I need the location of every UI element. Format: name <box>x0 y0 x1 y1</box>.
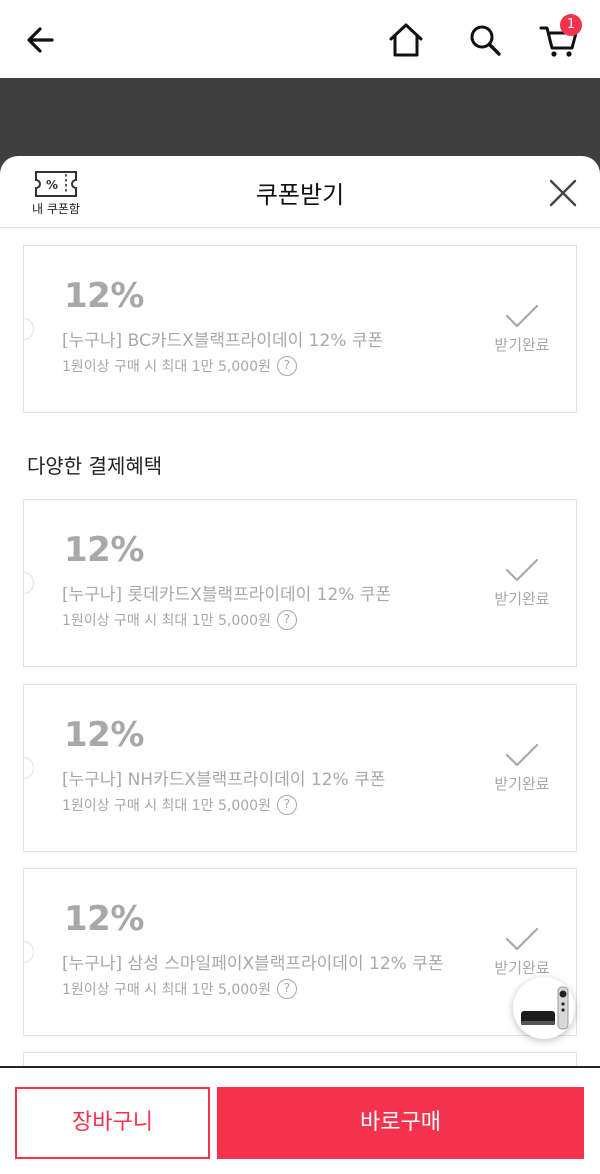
coupon-notch <box>24 318 34 340</box>
coupon-list[interactable]: 12% [누구나] BC카드X블랙프라이데이 12% 쿠폰 1원이상 구매 시 … <box>0 228 600 1066</box>
coupon-card: 12% [누구나] NH카드X블랙프라이데이 12% 쿠폰 1원이상 구매 시 … <box>23 684 577 852</box>
coupon-condition-text: 1원이상 구매 시 최대 1만 5,000원 <box>62 798 271 814</box>
tv-box-remote-image <box>521 986 569 1030</box>
buy-now-button[interactable]: 바로구매 <box>217 1087 584 1159</box>
coupon-discount: 12% <box>64 530 144 570</box>
coupon-notch <box>24 572 34 594</box>
coupon-notch <box>24 941 34 963</box>
coupon-notch <box>24 757 34 779</box>
checkmark-icon <box>505 558 539 582</box>
coupon-received-status: 받기완료 <box>486 302 558 355</box>
coupon-card: 12% [누구나] 롯데카드X블랙프라이데이 12% 쿠폰 1원이상 구매 시 … <box>23 499 577 667</box>
add-to-cart-button[interactable]: 장바구니 <box>15 1087 210 1159</box>
coupon-bottom-sheet: % 내 쿠폰함 쿠폰받기 12% [누구나] BC카드X블랙프라이데이 12% … <box>0 156 600 1174</box>
received-label: 받기완료 <box>494 959 550 977</box>
floating-product-thumbnail[interactable] <box>513 977 575 1039</box>
search-icon[interactable] <box>465 20 505 60</box>
question-icon[interactable]: ? <box>276 610 297 630</box>
question-icon[interactable]: ? <box>276 795 297 815</box>
home-icon[interactable] <box>386 20 426 60</box>
question-icon[interactable]: ? <box>276 979 297 999</box>
coupon-discount: 12% <box>64 899 144 939</box>
coupon-condition: 1원이상 구매 시 최대 1만 5,000원 ? <box>62 356 297 376</box>
coupon-condition-text: 1원이상 구매 시 최대 1만 5,000원 <box>62 613 271 629</box>
coupon-received-status: 받기완료 <box>486 556 558 609</box>
coupon-name: [누구나] BC카드X블랙프라이데이 12% 쿠폰 <box>62 331 384 351</box>
question-icon[interactable]: ? <box>276 356 297 376</box>
coupon-card <box>23 1052 577 1066</box>
coupon-discount: 12% <box>64 715 144 755</box>
coupon-received-status: 받기완료 <box>486 741 558 794</box>
coupon-condition: 1원이상 구매 시 최대 1만 5,000원 ? <box>62 610 297 630</box>
received-label: 받기완료 <box>494 590 550 608</box>
sheet-header: % 내 쿠폰함 쿠폰받기 <box>0 156 600 228</box>
coupon-card: 12% [누구나] 삼성 스마일페이X블랙프라이데이 12% 쿠폰 1원이상 구… <box>23 868 577 1036</box>
received-label: 받기완료 <box>494 336 550 354</box>
coupon-condition-text: 1원이상 구매 시 최대 1만 5,000원 <box>62 359 271 375</box>
coupon-condition: 1원이상 구매 시 최대 1만 5,000원 ? <box>62 795 297 815</box>
close-icon[interactable] <box>546 176 580 210</box>
section-title-payment-benefits: 다양한 결제혜택 <box>27 454 163 478</box>
checkmark-icon <box>505 304 539 328</box>
received-label: 받기완료 <box>494 775 550 793</box>
sheet-title: 쿠폰받기 <box>255 181 345 209</box>
top-navigation-bar: 1 <box>0 0 600 78</box>
coupon-name: [누구나] NH카드X블랙프라이데이 12% 쿠폰 <box>62 770 386 790</box>
coupon-name: [누구나] 삼성 스마일페이X블랙프라이데이 12% 쿠폰 <box>62 954 444 974</box>
cart-count-badge: 1 <box>560 14 582 36</box>
checkmark-icon <box>505 927 539 951</box>
bottom-action-bar: 장바구니 바로구매 <box>0 1066 600 1174</box>
coupon-name: [누구나] 롯데카드X블랙프라이데이 12% 쿠폰 <box>62 585 392 605</box>
coupon-card: 12% [누구나] BC카드X블랙프라이데이 12% 쿠폰 1원이상 구매 시 … <box>23 245 577 413</box>
coupon-discount: 12% <box>64 276 144 316</box>
back-arrow-icon[interactable] <box>22 22 62 58</box>
coupon-condition: 1원이상 구매 시 최대 1만 5,000원 ? <box>62 979 297 999</box>
coupon-received-status: 받기완료 <box>486 925 558 978</box>
coupon-condition-text: 1원이상 구매 시 최대 1만 5,000원 <box>62 982 271 998</box>
checkmark-icon <box>505 743 539 767</box>
